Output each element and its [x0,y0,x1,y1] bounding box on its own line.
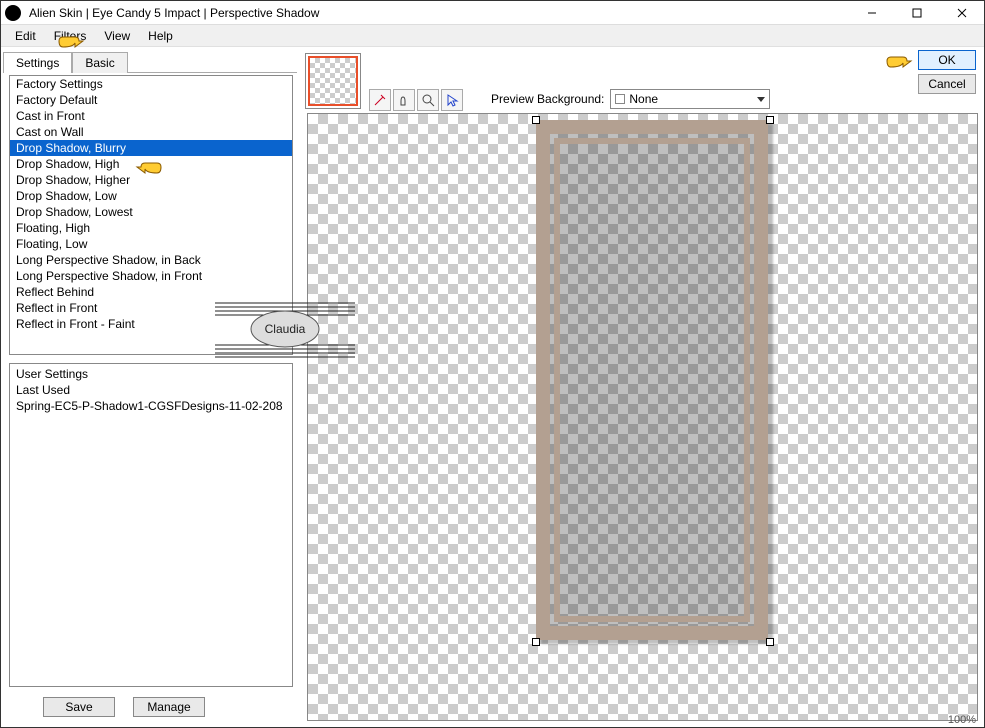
factory-item[interactable]: Drop Shadow, Blurry [10,140,292,156]
frame-object[interactable] [536,120,768,640]
thumbnail-selected[interactable] [308,56,358,106]
thumbnail-strip[interactable] [305,53,361,109]
app-icon [5,5,21,21]
titlebar: Alien Skin | Eye Candy 5 Impact | Perspe… [1,1,984,25]
save-button[interactable]: Save [43,697,115,717]
tab-settings[interactable]: Settings [3,52,72,73]
button-row: Save Manage [3,691,297,723]
preview-bg-value: None [629,92,658,106]
selection-handle[interactable] [532,638,540,646]
factory-item[interactable]: Drop Shadow, High [10,156,292,172]
tool-buttons [369,89,463,111]
content: Settings Basic Factory Settings Factory … [1,47,984,727]
factory-settings-list[interactable]: Factory Settings Factory DefaultCast in … [9,75,293,355]
factory-item[interactable]: Reflect in Front [10,300,292,316]
manage-button[interactable]: Manage [133,697,205,717]
selection-handle[interactable] [532,116,540,124]
preview-bg-combo[interactable]: None [610,89,770,109]
factory-item[interactable]: Factory Default [10,92,292,108]
user-settings-list[interactable]: User Settings Last UsedSpring-EC5-P-Shad… [9,363,293,687]
preview-area[interactable] [307,113,978,721]
factory-item[interactable]: Floating, High [10,220,292,236]
factory-item[interactable]: Long Perspective Shadow, in Back [10,252,292,268]
zoom-level: 100% [948,714,976,726]
close-button[interactable] [939,1,984,25]
selection-handle[interactable] [766,116,774,124]
tabrow: Settings Basic [3,51,297,73]
chevron-down-icon [757,97,765,102]
factory-item[interactable]: Reflect Behind [10,284,292,300]
user-header: User Settings [10,366,292,382]
cancel-button[interactable]: Cancel [918,74,976,94]
dialog-buttons: OK Cancel [918,47,976,94]
swatch-icon [615,94,625,104]
maximize-button[interactable] [894,1,939,25]
tool-hand[interactable] [393,89,415,111]
factory-item[interactable]: Cast in Front [10,108,292,124]
preview-bg-group: Preview Background: None [491,89,770,109]
tool-zoom[interactable] [417,89,439,111]
menu-filters[interactable]: Filters [46,27,95,45]
tab-basic[interactable]: Basic [72,52,127,73]
user-item[interactable]: Spring-EC5-P-Shadow1-CGSFDesigns-11-02-2… [10,398,292,414]
minimize-button[interactable] [849,1,894,25]
factory-item[interactable]: Long Perspective Shadow, in Front [10,268,292,284]
ok-button[interactable]: OK [918,50,976,70]
factory-item[interactable]: Floating, Low [10,236,292,252]
factory-header: Factory Settings [10,76,292,92]
selection-handle[interactable] [766,638,774,646]
factory-item[interactable]: Drop Shadow, Higher [10,172,292,188]
factory-item[interactable]: Drop Shadow, Low [10,188,292,204]
window-title: Alien Skin | Eye Candy 5 Impact | Perspe… [25,6,849,20]
tool-pointer[interactable] [441,89,463,111]
frame-inner [554,138,750,622]
factory-item[interactable]: Reflect in Front - Faint [10,316,292,332]
menu-help[interactable]: Help [140,27,181,45]
right-panel: Preview Background: None OK Cancel 100% [301,47,984,727]
preview-bg-label: Preview Background: [491,92,604,106]
left-panel: Settings Basic Factory Settings Factory … [1,47,301,727]
menu-edit[interactable]: Edit [7,27,44,45]
menubar: Edit Filters View Help [1,25,984,47]
factory-item[interactable]: Cast on Wall [10,124,292,140]
toolbar: Preview Background: None [301,47,984,113]
menu-view[interactable]: View [96,27,138,45]
factory-item[interactable]: Drop Shadow, Lowest [10,204,292,220]
user-item[interactable]: Last Used [10,382,292,398]
tool-wand[interactable] [369,89,391,111]
